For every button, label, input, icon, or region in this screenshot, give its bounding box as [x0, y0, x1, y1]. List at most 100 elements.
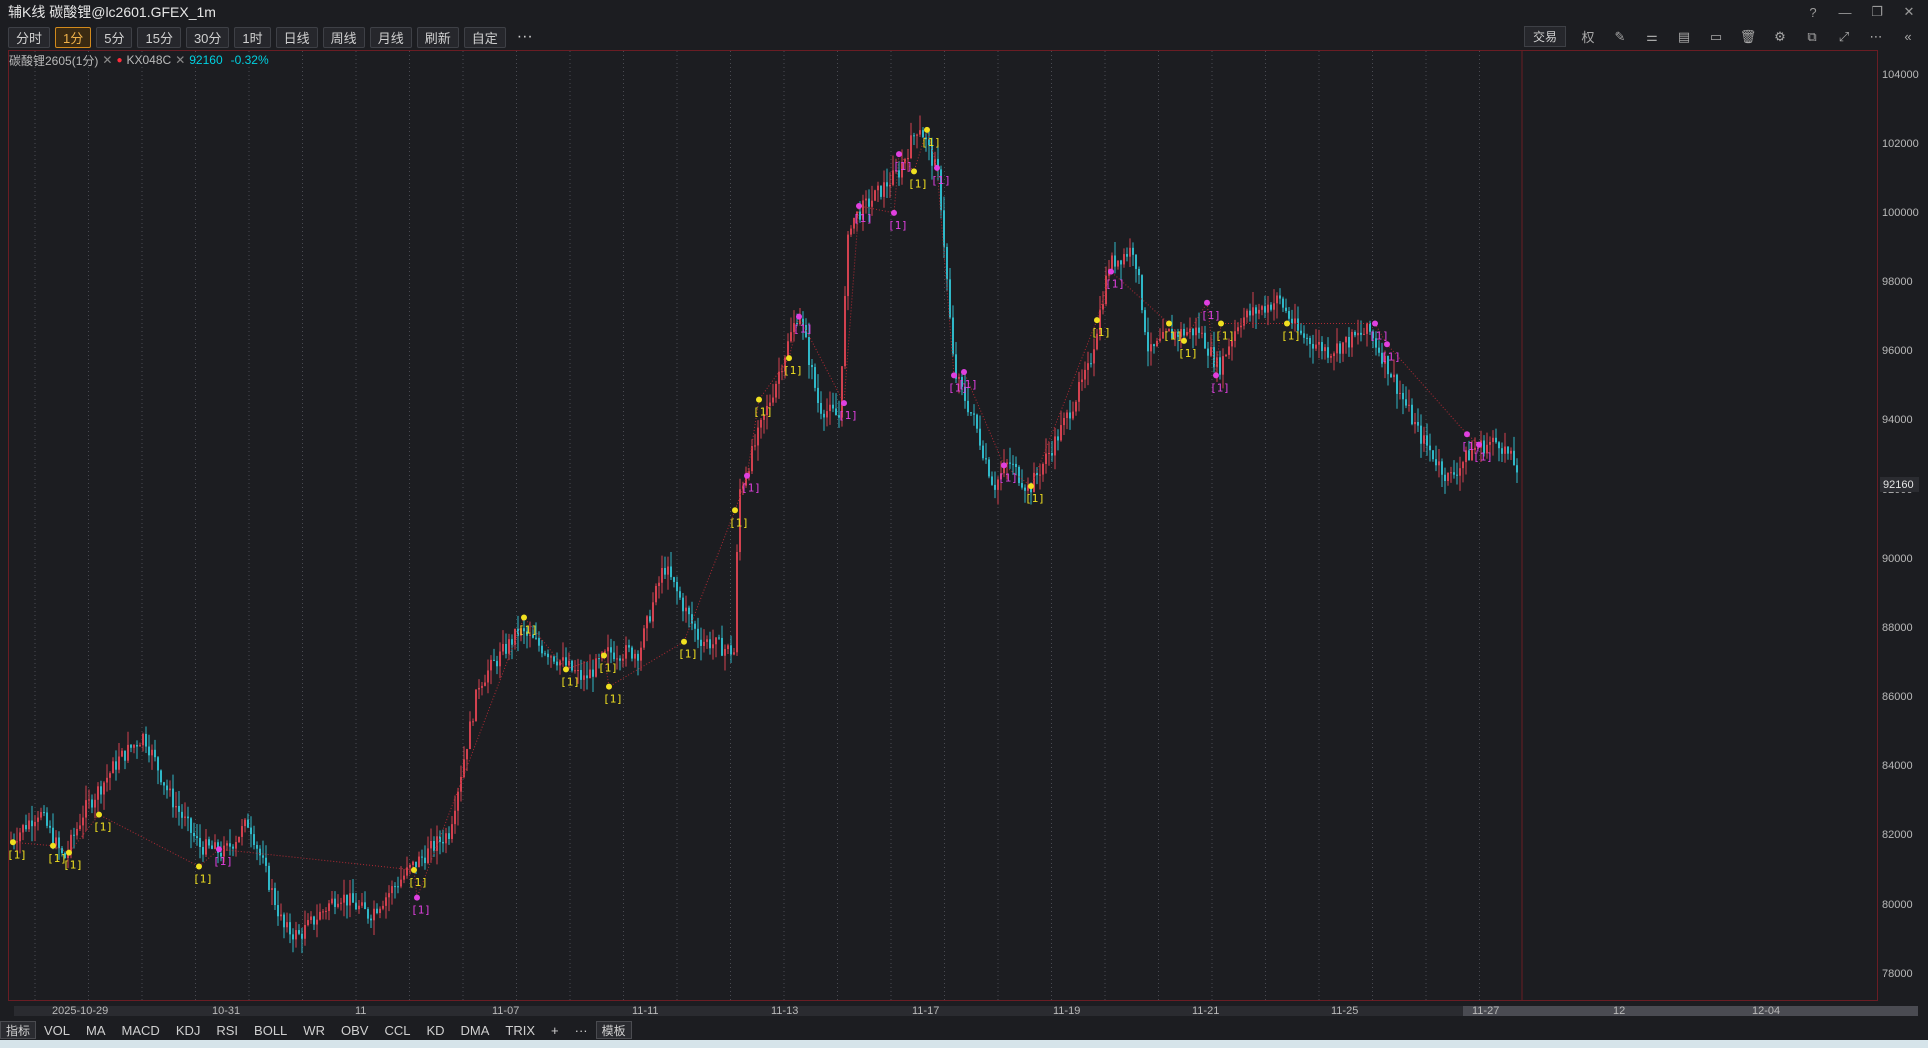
- candle-body: [571, 660, 573, 671]
- candle-body: [34, 821, 36, 827]
- candle-body: [46, 812, 48, 826]
- time-scroller[interactable]: [8, 1003, 1928, 1019]
- minimize-icon[interactable]: —: [1834, 2, 1856, 22]
- y-tick-label: 86000: [1882, 691, 1913, 704]
- more-icon[interactable]: ⋯: [1866, 27, 1886, 47]
- candle-body: [127, 744, 129, 761]
- candle-body: [1405, 399, 1407, 406]
- weight-icon[interactable]: 权: [1578, 27, 1598, 47]
- period-button-1hour[interactable]: 1时: [234, 26, 271, 48]
- indicator-tab-boll[interactable]: BOLL: [246, 1020, 295, 1040]
- candle-body: [1225, 354, 1227, 357]
- candle-body: [1420, 425, 1422, 444]
- signal-label: [1]: [783, 364, 803, 377]
- candle-body: [1426, 435, 1428, 446]
- restore-icon[interactable]: ❐: [1866, 2, 1888, 22]
- candlestick-chart[interactable]: [1] [1] [1] [1] [1] [1] [1] [1] [1] [1] [1] [1] [1] […: [9, 51, 1877, 1001]
- candle-body: [433, 840, 435, 851]
- period-button-5min[interactable]: 5分: [96, 26, 133, 48]
- candle-body: [43, 812, 45, 814]
- candle-body: [1195, 327, 1197, 336]
- candle-body: [124, 750, 126, 761]
- period-button-1min[interactable]: 1分: [55, 26, 92, 48]
- sliders-icon[interactable]: ⚌: [1642, 27, 1662, 47]
- scroller-thumb[interactable]: [1463, 1006, 1918, 1016]
- candle-body: [790, 332, 792, 342]
- candle-body: [1294, 318, 1296, 324]
- candle-body: [172, 788, 174, 808]
- indicator-tab-macd[interactable]: MACD: [114, 1020, 168, 1040]
- candle-body: [250, 827, 252, 835]
- candle-body: [640, 647, 642, 661]
- indicator-tab-dma[interactable]: DMA: [453, 1020, 498, 1040]
- signal-dot: [891, 209, 897, 216]
- candle-body: [31, 820, 33, 827]
- candle-body: [1120, 260, 1122, 265]
- candle-body: [403, 875, 405, 880]
- signal-label: [1]: [1210, 381, 1230, 394]
- candle-body: [241, 826, 243, 837]
- more-periods-button[interactable]: ···: [511, 28, 539, 46]
- period-button-30min[interactable]: 30分: [185, 26, 230, 48]
- candle-body: [808, 337, 810, 366]
- close-icon[interactable]: ✕: [175, 53, 185, 67]
- copy-icon[interactable]: ⧉: [1802, 27, 1822, 47]
- indicator-tab-obv[interactable]: OBV: [333, 1020, 376, 1040]
- indicator-tab-ma[interactable]: MA: [78, 1020, 114, 1040]
- more-indicators-button[interactable]: ···: [567, 1020, 596, 1040]
- candle-body: [364, 902, 366, 910]
- settings-icon[interactable]: ⚙: [1770, 27, 1790, 47]
- signal-dot: [66, 849, 72, 856]
- period-button-weekly[interactable]: 周线: [322, 26, 365, 48]
- x-tick-label: 11-17: [912, 1005, 940, 1017]
- candle-body: [730, 645, 732, 655]
- indicator-tab-wr[interactable]: WR: [295, 1020, 333, 1040]
- candle-body: [1021, 483, 1023, 488]
- candle-body: [265, 857, 267, 866]
- candle-body: [289, 922, 291, 935]
- candle-body: [1393, 374, 1395, 378]
- signal-label: [1]: [603, 693, 623, 706]
- pen-icon[interactable]: ✎: [1610, 27, 1630, 47]
- indicator-tab-trix[interactable]: TRIX: [497, 1020, 543, 1040]
- period-button-daily[interactable]: 日线: [275, 26, 318, 48]
- candle-body: [1303, 333, 1305, 338]
- help-icon[interactable]: ?: [1802, 2, 1824, 22]
- candle-body: [604, 651, 606, 653]
- layout-icon[interactable]: ▤: [1674, 27, 1694, 47]
- x-tick-label: 12: [1613, 1005, 1626, 1017]
- candle-body: [652, 602, 654, 622]
- trash-icon[interactable]: 🗑: [1738, 27, 1758, 47]
- fullscreen-icon[interactable]: ⤢: [1834, 27, 1854, 47]
- x-tick-label: 11-07: [492, 1005, 520, 1017]
- candle-body: [754, 445, 756, 447]
- candle-body: [1366, 322, 1368, 334]
- refresh-button[interactable]: 刷新: [416, 26, 459, 48]
- indicator-menu-button[interactable]: 指标: [0, 1021, 37, 1039]
- trade-button[interactable]: 交易: [1523, 26, 1566, 47]
- candle-body: [232, 846, 234, 849]
- indicator-tab-rsi[interactable]: RSI: [208, 1020, 246, 1040]
- indicator-tab-kd[interactable]: KD: [418, 1020, 452, 1040]
- period-button-timeshare[interactable]: 分时: [8, 26, 51, 48]
- custom-period-button[interactable]: 自定: [463, 26, 506, 48]
- window-icon[interactable]: ▭: [1706, 27, 1726, 47]
- collapse-icon[interactable]: «: [1898, 27, 1918, 47]
- candle-body: [94, 799, 96, 808]
- candle-body: [673, 577, 675, 582]
- close-icon[interactable]: ✕: [1898, 2, 1920, 22]
- close-icon[interactable]: ✕: [102, 53, 112, 67]
- indicator-tab-vol[interactable]: VOL: [36, 1020, 78, 1040]
- indicator-tab-kdj[interactable]: KDJ: [168, 1020, 209, 1040]
- period-button-15min[interactable]: 15分: [137, 26, 181, 48]
- template-button[interactable]: 模板: [595, 1021, 632, 1039]
- candle-body: [865, 198, 867, 201]
- period-button-monthly[interactable]: 月线: [369, 26, 412, 48]
- candle-body: [1315, 344, 1317, 349]
- add-indicator-icon[interactable]: +: [543, 1020, 567, 1040]
- candle-body: [589, 669, 591, 679]
- candle-body: [682, 597, 684, 612]
- indicator-tab-ccl[interactable]: CCL: [376, 1020, 418, 1040]
- x-tick-label: 11-19: [1053, 1005, 1081, 1017]
- candle-body: [514, 628, 516, 645]
